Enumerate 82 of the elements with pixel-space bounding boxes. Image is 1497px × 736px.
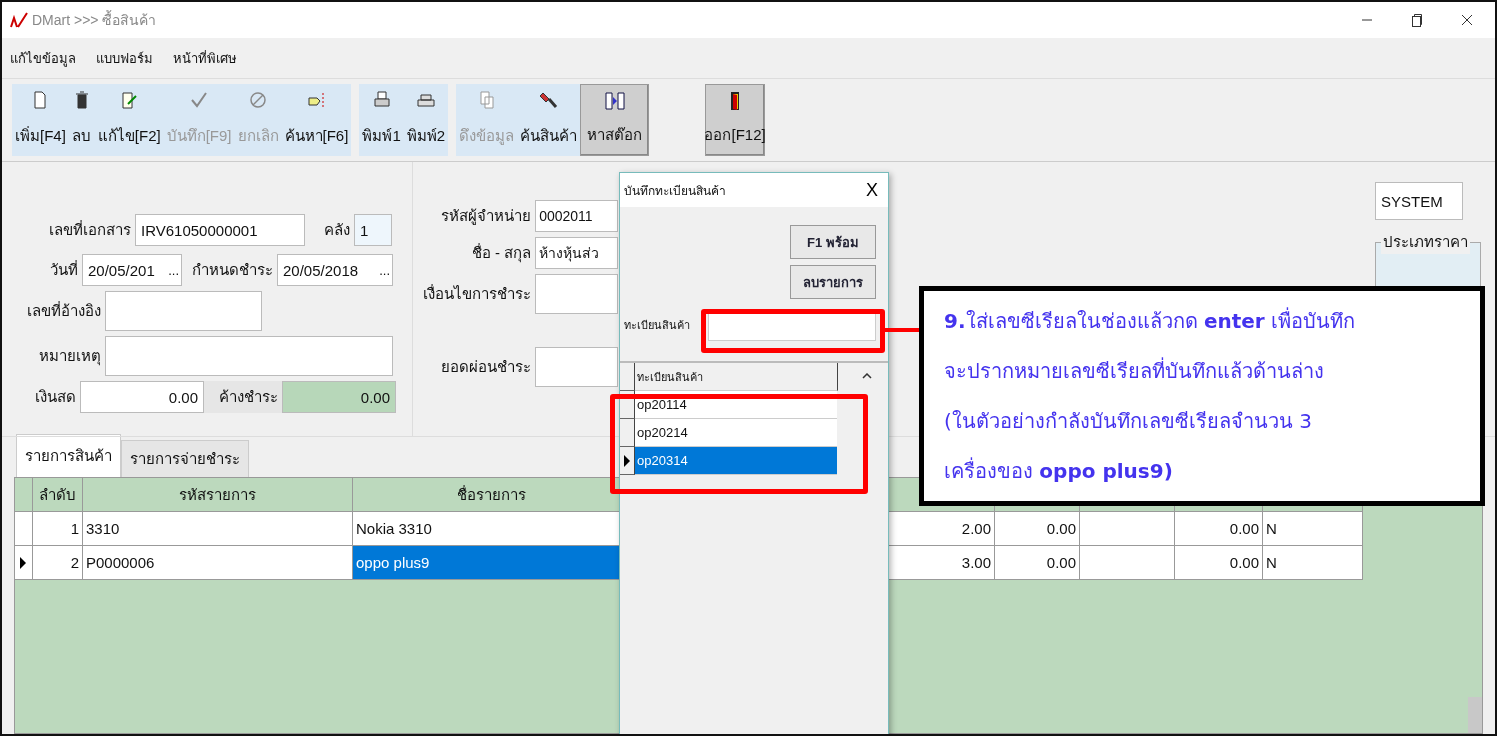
table-cell: 2: [33, 546, 83, 580]
pointer-icon: [306, 90, 327, 110]
reference-number-field[interactable]: [105, 291, 262, 331]
installment-field[interactable]: [535, 347, 618, 387]
field-label: เลขที่เอกสาร: [48, 219, 132, 240]
dialog-button[interactable]: ลบรายการ: [790, 265, 876, 299]
warehouse-field[interactable]: 1: [354, 214, 392, 246]
table-cell: 0.00: [1175, 546, 1263, 580]
list-arrow-icon: [604, 91, 625, 111]
user-field: SYSTEM: [1375, 182, 1463, 220]
document-number-field[interactable]: IRV61050000001: [135, 214, 305, 246]
toolbar-button[interactable]: พิมพ์1: [359, 84, 404, 156]
field-label: ทะเบียนสินค้า: [624, 318, 690, 333]
serial-number[interactable]: op20314: [635, 447, 837, 475]
due-date-field[interactable]: 20/05/2018 ...: [277, 254, 393, 286]
tab[interactable]: รายการสินค้า: [16, 434, 121, 477]
tab[interactable]: รายการจ่ายชำระ: [121, 440, 249, 477]
toolbar-button[interactable]: ค้นสินค้า: [517, 84, 581, 156]
callout-text: 9.ใส่เลขซีเรียลในช่องแล้วกด enter เพื่อบันทึก: [944, 306, 1357, 335]
outstanding-field: 0.00: [282, 381, 396, 413]
toolbar-button[interactable]: ค้นหา[F6]: [281, 84, 352, 156]
table-cell: 0.00: [995, 512, 1080, 546]
close-button[interactable]: X: [856, 179, 888, 201]
toolbar-button[interactable]: พิมพ์2: [403, 84, 449, 156]
menu-item[interactable]: หน้าที่พิเศษ: [173, 47, 237, 69]
date-picker-button[interactable]: ...: [379, 262, 390, 278]
flashlight-icon: [538, 90, 559, 110]
table-cell: P0000006: [83, 546, 353, 580]
field-label: คลัง: [323, 220, 351, 240]
row-header-cell[interactable]: [620, 447, 635, 475]
callout-text: จะปรากหมายเลขซีเรียลที่บันทึกแล้วด้านล่าง: [944, 356, 1325, 385]
field-label: ชื่อ - สกุล: [470, 242, 533, 265]
table-cell: 1: [33, 512, 83, 546]
menu-item[interactable]: แก้ไขข้อมูล: [10, 47, 76, 69]
field-label: เงื่อนไขการชำระ: [422, 283, 533, 304]
scroll-up-icon[interactable]: [862, 373, 872, 379]
toolbar-button[interactable]: เพิ่ม[F4]: [12, 84, 69, 156]
cancel-icon: [248, 90, 269, 110]
table-cell: N: [1263, 512, 1363, 546]
window-title: DMart >>> ซื้อสินค้า: [32, 9, 157, 30]
print-icon: [371, 90, 392, 110]
check-icon: [189, 90, 210, 110]
serial-number[interactable]: op20214: [635, 419, 837, 447]
restore-icon[interactable]: [1411, 13, 1423, 27]
cash-field[interactable]: 0.00: [80, 381, 204, 413]
row-pointer-icon: [624, 454, 630, 467]
row-header-cell[interactable]: [15, 512, 33, 546]
field-label: หมายเหตุ: [38, 346, 102, 368]
callout-text: (ในตัวอย่างกำลังบันทึกเลขซีเรียลจำนวน 3: [944, 408, 1313, 435]
field-label: ค้างชำระ: [204, 381, 282, 413]
name-field[interactable]: ห้างหุ้นส่ว: [535, 237, 618, 269]
supplier-code-field[interactable]: 0002011: [535, 200, 618, 232]
table-cell: 3310: [83, 512, 353, 546]
payment-terms-field[interactable]: [535, 274, 618, 314]
date-picker-button[interactable]: ...: [168, 262, 179, 278]
table-cell: N: [1263, 546, 1363, 580]
row-header-cell[interactable]: [620, 419, 635, 447]
row-header-cell[interactable]: [15, 546, 33, 580]
field-label: รหัสผู้จำหน่าย: [440, 206, 533, 227]
table-cell: 0.00: [995, 546, 1080, 580]
toolbar-button[interactable]: ออก[F12]: [705, 84, 766, 156]
edit-icon: [119, 90, 140, 110]
field-label: เลขที่อ้างอิง: [26, 300, 102, 321]
menu-item[interactable]: แบบฟอร์ม: [96, 47, 153, 69]
toolbar-button[interactable]: หาสต๊อก: [580, 84, 650, 156]
column-header: ทะเบียนสินค้า: [635, 363, 838, 391]
toolbar-button[interactable]: แก้ไข[F2]: [94, 84, 164, 156]
note-field[interactable]: [105, 336, 393, 376]
close-icon[interactable]: [1461, 14, 1473, 26]
scrollbar-thumb[interactable]: [1468, 697, 1482, 733]
callout-text: เครื่องของ oppo plus9): [944, 456, 1174, 485]
field-label: เงินสด: [34, 387, 77, 407]
field-label: กำหนดชำระ: [191, 260, 274, 280]
field-label: วันที่: [49, 259, 79, 280]
app-logo-icon: [10, 12, 28, 28]
toolbar-button[interactable]: ลบ: [68, 84, 95, 156]
table-cell: 0.00: [1175, 512, 1263, 546]
row-pointer-icon: [20, 556, 26, 569]
dialog-button[interactable]: F1 พร้อม: [790, 225, 876, 259]
field-label: ยอดผ่อนชำระ: [440, 357, 533, 377]
date-field[interactable]: 20/05/201 ...: [82, 254, 182, 286]
dialog-title: บันทึกทะเบียนสินค้า: [624, 182, 726, 200]
